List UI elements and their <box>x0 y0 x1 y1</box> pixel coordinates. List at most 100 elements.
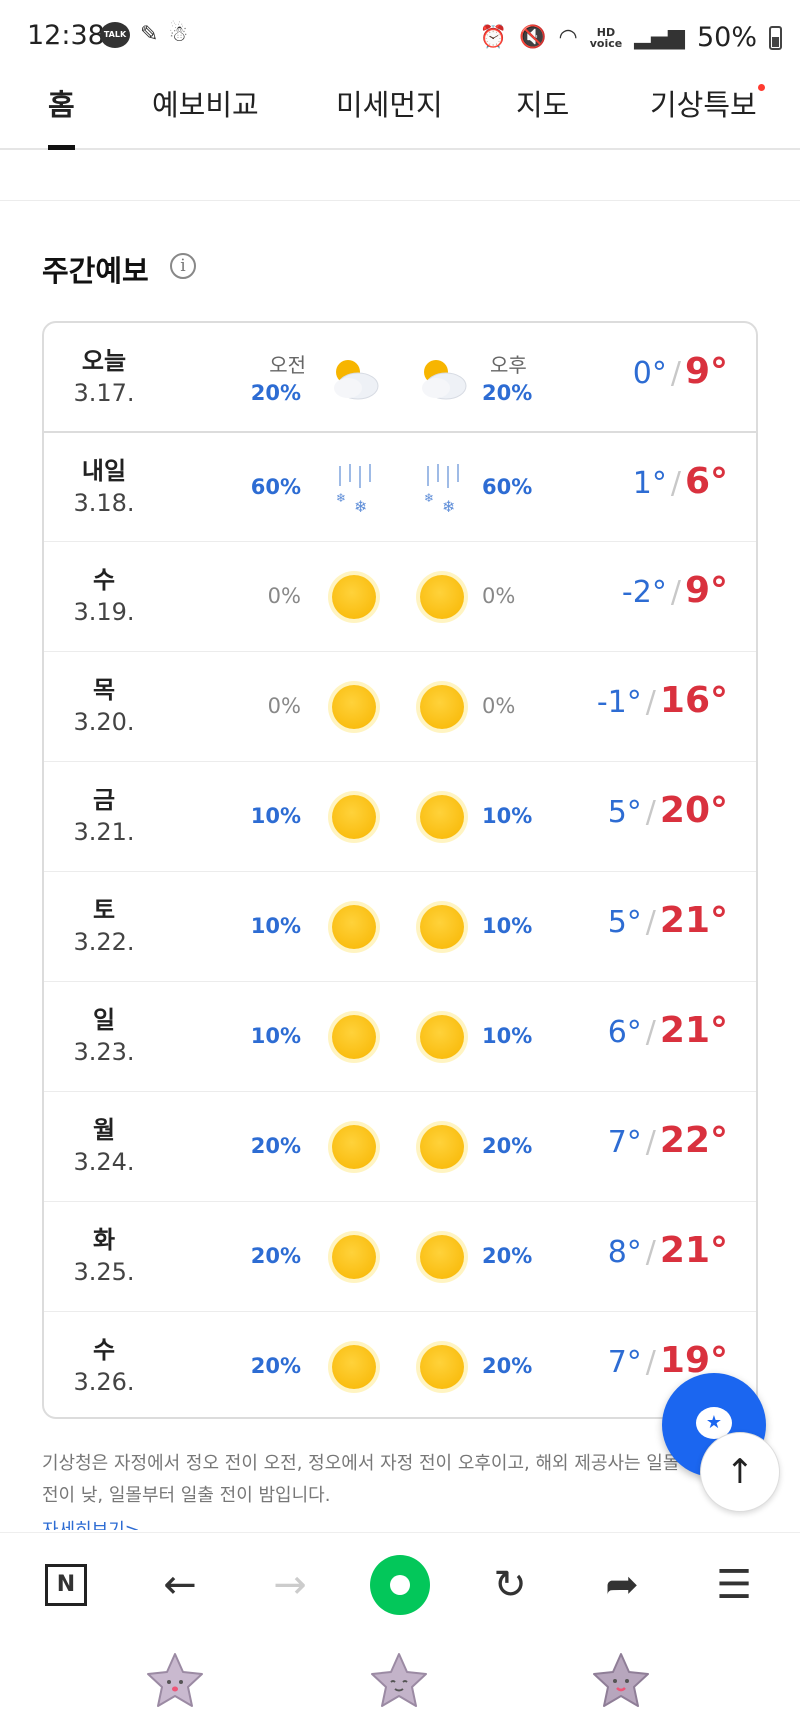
forecast-date: 3.22. <box>73 928 135 956</box>
new-badge <box>757 84 765 91</box>
temperature-range: -2°/9° <box>622 570 728 611</box>
temp-separator: / <box>670 575 681 610</box>
section-title: 주간예보 <box>42 254 149 288</box>
pm-weather <box>414 1119 470 1175</box>
status-bar: 12:38 TALK ✎ ☃ ⏰ 🔇 ◠ HD voice ▂▄▆ 50% <box>0 0 800 72</box>
tab-home[interactable]: 홈 <box>48 82 75 150</box>
pm-precip: 20% <box>482 1134 533 1158</box>
am-weather <box>326 1339 382 1395</box>
pm-weather <box>414 789 470 845</box>
forecast-day: 토 <box>92 896 116 924</box>
reload-icon: ↻ <box>493 1562 527 1608</box>
min-temp: 5° <box>607 905 642 940</box>
am-weather <box>326 679 382 735</box>
mute-icon: 🔇 <box>519 25 547 50</box>
am-weather <box>326 789 382 845</box>
temperature-range: 1°/6° <box>633 461 728 502</box>
sun-icon <box>420 575 464 619</box>
pm-precip: 10% <box>482 804 533 828</box>
sun-icon <box>332 575 376 619</box>
sleet-icon: ❄ ❄ <box>424 464 459 516</box>
alarm-icon: ⏰ <box>479 25 508 50</box>
info-icon[interactable]: i <box>170 253 196 279</box>
forecast-row: 수 3.26. 20% 20% 7°/19° <box>44 1311 756 1417</box>
status-time: 12:38 <box>27 20 105 51</box>
forecast-row: 토 3.22. 10% 10% 5°/21° <box>44 871 756 982</box>
svg-text:❄: ❄ <box>354 497 367 516</box>
tab-weather-alert[interactable]: 기상특보 <box>650 82 765 144</box>
sun-icon <box>420 1015 464 1059</box>
forecast-date: 3.17. <box>73 379 135 407</box>
battery-percent: 50% <box>696 22 757 53</box>
forecast-row: 수 3.19. 0% 0% -2°/9° <box>44 541 756 652</box>
max-temp: 16° <box>659 680 728 721</box>
tab-bar: 홈 예보비교 미세먼지 지도 기상특보 <box>0 72 800 150</box>
min-temp: -2° <box>621 575 667 610</box>
pm-weather <box>414 1339 470 1395</box>
nav-back-star-icon[interactable] <box>590 1650 652 1712</box>
menu-button[interactable]: ☰ <box>704 1555 764 1615</box>
forecast-date: 3.26. <box>73 1368 135 1396</box>
more-link[interactable]: 자세히보기> <box>42 1516 140 1530</box>
forecast-date: 3.18. <box>73 489 135 517</box>
forecast-row: 내일 3.18. 60% 60% ❄ ❄ ❄ ❄ 1°/6° <box>44 431 756 543</box>
forecast-day: 내일 <box>81 457 127 485</box>
am-precip: 0% <box>267 694 301 718</box>
share-button[interactable]: ➦ <box>592 1555 652 1615</box>
forward-button[interactable]: → <box>260 1555 320 1615</box>
back-arrow-icon: ← <box>163 1562 197 1608</box>
svg-text:❄: ❄ <box>424 491 434 505</box>
green-dot-button[interactable] <box>370 1555 430 1615</box>
am-precip: 20% <box>250 381 301 405</box>
naver-home-button[interactable]: N <box>36 1555 96 1615</box>
max-temp: 9° <box>684 351 728 392</box>
footnote: 기상청은 자정에서 정오 전이 오전, 정오에서 자정 전이 오후이고, 해외 … <box>42 1453 680 1506</box>
forecast-row: 금 3.21. 10% 10% 5°/20° <box>44 761 756 872</box>
tab-fine-dust[interactable]: 미세먼지 <box>336 82 443 144</box>
temp-separator: / <box>645 795 656 830</box>
temperature-range: -1°/16° <box>597 680 728 721</box>
tab-forecast-compare[interactable]: 예보비교 <box>152 82 259 144</box>
am-weather <box>326 350 382 406</box>
am-precip: 20% <box>250 1354 301 1378</box>
forecast-date: 3.19. <box>73 598 135 626</box>
sun-icon <box>420 1235 464 1279</box>
am-precip: 0% <box>267 584 301 608</box>
temp-separator: / <box>645 1345 656 1380</box>
forecast-date: 3.24. <box>73 1148 135 1176</box>
am-weather: ❄ ❄ <box>326 460 382 516</box>
temp-separator: / <box>645 1125 656 1160</box>
min-temp: 7° <box>607 1125 642 1160</box>
menu-icon: ☰ <box>716 1562 752 1608</box>
am-weather <box>326 899 382 955</box>
min-temp: 8° <box>607 1235 642 1270</box>
pm-precip: 60% <box>482 475 533 499</box>
naver-n-icon: N <box>45 1564 87 1606</box>
pm-weather <box>414 569 470 625</box>
min-temp: 1° <box>632 466 667 501</box>
notification-icons: TALK ✎ ☃ <box>100 22 188 48</box>
temperature-range: 7°/22° <box>608 1120 728 1161</box>
sun-icon <box>332 1345 376 1389</box>
am-precip: 10% <box>250 1024 301 1048</box>
back-button[interactable]: ← <box>150 1555 210 1615</box>
sun-icon <box>420 795 464 839</box>
sun-icon <box>332 685 376 729</box>
wifi-icon: ◠ <box>558 25 578 50</box>
temp-separator: / <box>670 466 681 501</box>
forecast-day: 일 <box>92 1006 116 1034</box>
nav-recent-star-icon[interactable] <box>144 1650 206 1712</box>
forecast-day: 화 <box>92 1226 116 1254</box>
scroll-top-button[interactable]: ↑ <box>700 1432 780 1512</box>
forecast-date: 3.21. <box>73 818 135 846</box>
tab-map[interactable]: 지도 <box>516 82 569 144</box>
system-nav-bar <box>0 1636 800 1734</box>
nav-home-star-icon[interactable] <box>368 1650 430 1712</box>
temp-separator: / <box>645 1015 656 1050</box>
reload-button[interactable]: ↻ <box>480 1555 540 1615</box>
battery-icon <box>769 25 782 50</box>
pm-weather <box>414 1009 470 1065</box>
forecast-row: 목 3.20. 0% 0% -1°/16° <box>44 651 756 762</box>
max-temp: 20° <box>659 790 728 831</box>
pencil-icon: ✎ <box>140 22 159 47</box>
